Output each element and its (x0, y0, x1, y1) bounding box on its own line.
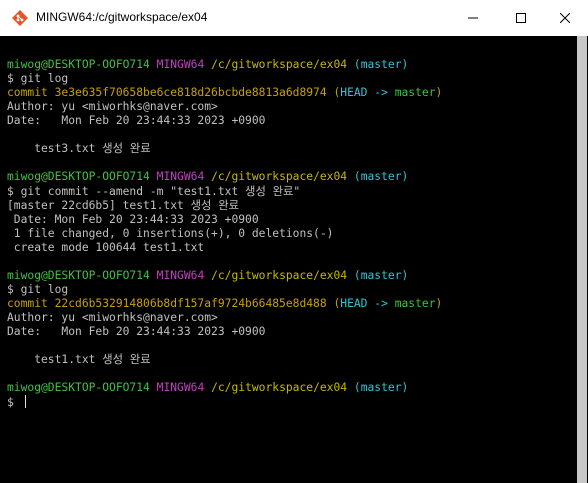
terminal-text: /c/gitworkspace/ex04 (211, 58, 354, 72)
terminal-text: miwog@DESKTOP-OOFO714 (7, 381, 157, 395)
text-cursor (24, 395, 26, 409)
terminal-text: miwog@DESKTOP-OOFO714 (7, 170, 157, 184)
terminal-line: $ git log (7, 283, 68, 297)
terminal-text: commit 22cd6b532914806b8df157af9724b6648… (7, 296, 334, 310)
terminal-text: $ git log (7, 72, 69, 86)
terminal-text: (master) (353, 58, 409, 72)
terminal-text: ) (435, 296, 443, 310)
terminal-text: /c/gitworkspace/ex04 (211, 268, 354, 282)
git-bash-icon (12, 10, 28, 26)
terminal-text: (master) (353, 170, 409, 184)
terminal-text: /c/gitworkspace/ex04 (211, 381, 354, 395)
close-icon (560, 13, 570, 23)
terminal-line: Date: Mon Feb 20 23:44:33 2023 +0900 (7, 213, 259, 227)
terminal-text: MINGW64 (156, 268, 212, 282)
terminal-line: miwog@DESKTOP-OOFO714 MINGW64 /c/gitwork… (7, 58, 408, 72)
terminal-line: miwog@DESKTOP-OOFO714 MINGW64 /c/gitwork… (7, 269, 408, 283)
terminal-line: miwog@DESKTOP-OOFO714 MINGW64 /c/gitwork… (7, 381, 408, 395)
terminal-line: Date: Mon Feb 20 23:44:33 2023 +0900 (7, 114, 265, 128)
minimize-icon (468, 17, 478, 19)
terminal-line: Date: Mon Feb 20 23:44:33 2023 +0900 (7, 325, 265, 339)
terminal-text: HEAD -> (340, 296, 395, 310)
terminal-text: $ git commit --amend -m "test1.txt 생성 완료… (7, 184, 301, 198)
terminal-line: test1.txt 생성 완료 (7, 353, 151, 367)
terminal-text: Author: yu <miworhks@naver.com> (7, 100, 218, 114)
close-button[interactable] (542, 0, 588, 36)
terminal-text: MINGW64 (156, 170, 212, 184)
terminal-text: miwog@DESKTOP-OOFO714 (7, 58, 157, 72)
terminal-line: test3.txt 생성 완료 (7, 142, 151, 156)
terminal-text: master (394, 296, 436, 310)
terminal-line: Author: yu <miworhks@naver.com> (7, 100, 218, 114)
terminal-text: master (394, 86, 436, 100)
terminal-text: test1.txt 생성 완료 (7, 353, 151, 367)
window-title: MINGW64:/c/gitworkspace/ex04 (36, 10, 208, 24)
terminal-text: commit 3e3e635f70658be6ce818d26bcbde8813… (7, 86, 334, 100)
terminal-line: Author: yu <miworhks@naver.com> (7, 311, 218, 325)
terminal-text: Date: Mon Feb 20 23:44:33 2023 +0900 (7, 212, 259, 226)
terminal-text: miwog@DESKTOP-OOFO714 (7, 268, 157, 282)
vertical-scrollbar[interactable] (576, 36, 588, 483)
terminal-text: $ git log (7, 282, 69, 296)
terminal-text: HEAD -> (340, 86, 395, 100)
terminal-line: miwog@DESKTOP-OOFO714 MINGW64 /c/gitwork… (7, 170, 408, 184)
terminal-text: [master 22cd6b5] test1.txt 생성 완료 (7, 198, 240, 212)
terminal-text: test3.txt 생성 완료 (7, 142, 151, 156)
maximize-button[interactable] (498, 0, 544, 36)
terminal-line: $ git log (7, 72, 68, 86)
maximize-icon (516, 13, 526, 23)
terminal-text: Author: yu <miworhks@naver.com> (7, 310, 218, 324)
terminal-text: Date: Mon Feb 20 23:44:33 2023 +0900 (7, 114, 266, 128)
terminal-text: (master) (353, 268, 409, 282)
terminal-output[interactable]: miwog@DESKTOP-OOFO714 MINGW64 /c/gitwork… (0, 36, 576, 483)
terminal-line: $ git commit --amend -m "test1.txt 생성 완료… (7, 185, 300, 199)
terminal-line: create mode 100644 test1.txt (7, 241, 204, 255)
title-bar[interactable]: MINGW64:/c/gitworkspace/ex04 (0, 0, 588, 36)
terminal-line: [master 22cd6b5] test1.txt 생성 완료 (7, 199, 239, 213)
terminal-text: 1 file changed, 0 insertions(+), 0 delet… (7, 226, 334, 240)
terminal-text: MINGW64 (156, 381, 212, 395)
terminal-text: $ (7, 396, 21, 410)
terminal-text: (master) (353, 381, 409, 395)
terminal-line: commit 3e3e635f70658be6ce818d26bcbde8813… (7, 86, 442, 100)
terminal-text: /c/gitworkspace/ex04 (211, 170, 354, 184)
terminal-line: 1 file changed, 0 insertions(+), 0 delet… (7, 226, 334, 241)
terminal-text: MINGW64 (156, 58, 212, 72)
terminal-line: $ (7, 395, 26, 409)
terminal-text: ) (435, 86, 443, 100)
terminal-text: Date: Mon Feb 20 23:44:33 2023 +0900 (7, 325, 266, 338)
scrollbar-thumb[interactable] (577, 36, 587, 483)
terminal-line: commit 22cd6b532914806b8df157af9724b6648… (7, 297, 442, 311)
terminal-text: create mode 100644 test1.txt (7, 240, 205, 254)
minimize-button[interactable] (450, 0, 496, 36)
